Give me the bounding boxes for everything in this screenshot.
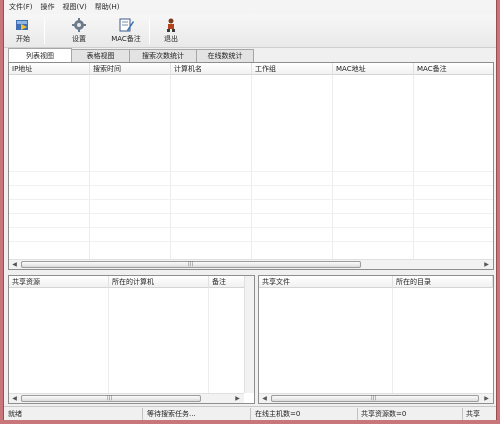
- col-computer-name[interactable]: 计算机名: [171, 63, 252, 75]
- share-file-table[interactable]: 共享文件 所在的目录 ◀ ||| ▶: [258, 275, 494, 404]
- scroll-left-icon[interactable]: ◀: [10, 395, 19, 403]
- scroll-right-icon[interactable]: ▶: [482, 395, 491, 403]
- col-mac-note[interactable]: MAC备注: [414, 63, 493, 75]
- status-divider: [357, 408, 358, 420]
- app-window: 文件(F) 操作 视图(V) 帮助(H) 开始 设置 MAC备注 退出 列表视图…: [3, 0, 497, 420]
- col-computer[interactable]: 所在的计算机: [109, 276, 209, 288]
- settings-button[interactable]: 设置: [66, 18, 92, 46]
- mac-note-button[interactable]: MAC备注: [106, 18, 146, 46]
- toolbar: 开始 设置 MAC备注 退出: [4, 14, 496, 48]
- col-share-file[interactable]: 共享文件: [259, 276, 393, 288]
- horizontal-scrollbar[interactable]: ◀ ||| ▶: [259, 393, 493, 403]
- grid-line: [108, 288, 109, 393]
- status-waiting: 等待搜索任务...: [147, 410, 196, 418]
- grid-line: [413, 75, 414, 259]
- menu-operate[interactable]: 操作: [41, 2, 55, 12]
- grid-line: [170, 75, 171, 259]
- horizontal-scrollbar[interactable]: ◀ ||| ▶: [9, 393, 244, 403]
- status-share-count: 共享资源数=0: [361, 410, 407, 418]
- table-header: 共享资源 所在的计算机 备注: [9, 276, 245, 288]
- scroll-left-icon[interactable]: ◀: [10, 261, 19, 269]
- status-divider: [142, 408, 143, 420]
- grid-line: [9, 185, 493, 186]
- col-share-resource[interactable]: 共享资源: [9, 276, 109, 288]
- col-workgroup[interactable]: 工作组: [252, 63, 333, 75]
- toolbar-separator: [149, 19, 150, 44]
- table-header: IP地址 搜索时间 计算机名 工作组 MAC地址 MAC备注: [9, 63, 493, 75]
- menu-view[interactable]: 视图(V): [63, 2, 87, 12]
- edit-note-icon: [119, 18, 134, 32]
- horizontal-scrollbar[interactable]: ◀ ||| ▶: [9, 259, 493, 269]
- scroll-right-icon[interactable]: ▶: [482, 261, 491, 269]
- view-tabs: 列表视图 表格视图 搜索次数统计 在线数统计: [8, 48, 254, 62]
- play-icon: [16, 20, 28, 30]
- grid-line: [208, 288, 209, 393]
- grid-line: [89, 75, 90, 259]
- scroll-right-icon[interactable]: ▶: [233, 395, 242, 403]
- grip-icon: |||: [371, 395, 377, 401]
- share-resource-table[interactable]: 共享资源 所在的计算机 备注 ◀ ||| ▶: [8, 275, 255, 404]
- window-border: [0, 420, 500, 424]
- toolbar-separator: [44, 19, 45, 44]
- grid-line: [251, 75, 252, 259]
- exit-button[interactable]: 退出: [158, 18, 184, 46]
- menu-help[interactable]: 帮助(H): [95, 2, 120, 12]
- tab-search-count-stats[interactable]: 搜索次数统计: [129, 49, 197, 62]
- col-mac-address[interactable]: MAC地址: [333, 63, 414, 75]
- grid-line: [9, 213, 493, 214]
- grid-line: [9, 241, 493, 242]
- grid-line: [9, 199, 493, 200]
- scroll-left-icon[interactable]: ◀: [260, 395, 269, 403]
- statusbar: 就绪 等待搜索任务... 在线主机数=0 共享资源数=0 共享: [4, 406, 496, 420]
- vertical-scrollbar[interactable]: [244, 276, 254, 393]
- status-share-files: 共享: [466, 410, 480, 418]
- status-divider: [250, 408, 251, 420]
- grid-line: [332, 75, 333, 259]
- status-ready: 就绪: [8, 410, 22, 418]
- col-search-time[interactable]: 搜索时间: [90, 63, 171, 75]
- host-list-table[interactable]: IP地址 搜索时间 计算机名 工作组 MAC地址 MAC备注 ◀ ||| ▶: [8, 62, 494, 270]
- table-header: 共享文件 所在的目录: [259, 276, 493, 288]
- exit-person-icon: [167, 18, 175, 32]
- grip-icon: |||: [107, 395, 113, 401]
- col-note[interactable]: 备注: [209, 276, 245, 288]
- menu-file[interactable]: 文件(F): [9, 2, 33, 12]
- status-online-hosts: 在线主机数=0: [255, 410, 301, 418]
- start-button[interactable]: 开始: [10, 18, 36, 46]
- menubar: 文件(F) 操作 视图(V) 帮助(H): [4, 0, 496, 14]
- grip-icon: |||: [188, 261, 194, 267]
- gear-icon: [72, 18, 86, 32]
- tab-table-view[interactable]: 表格视图: [71, 49, 130, 62]
- grid-line: [392, 288, 393, 393]
- status-divider: [462, 408, 463, 420]
- col-ip-address[interactable]: IP地址: [9, 63, 90, 75]
- grid-line: [9, 227, 493, 228]
- col-directory[interactable]: 所在的目录: [393, 276, 493, 288]
- tab-list-view[interactable]: 列表视图: [8, 48, 72, 62]
- tab-online-stats[interactable]: 在线数统计: [196, 49, 254, 62]
- grid-line: [9, 171, 493, 172]
